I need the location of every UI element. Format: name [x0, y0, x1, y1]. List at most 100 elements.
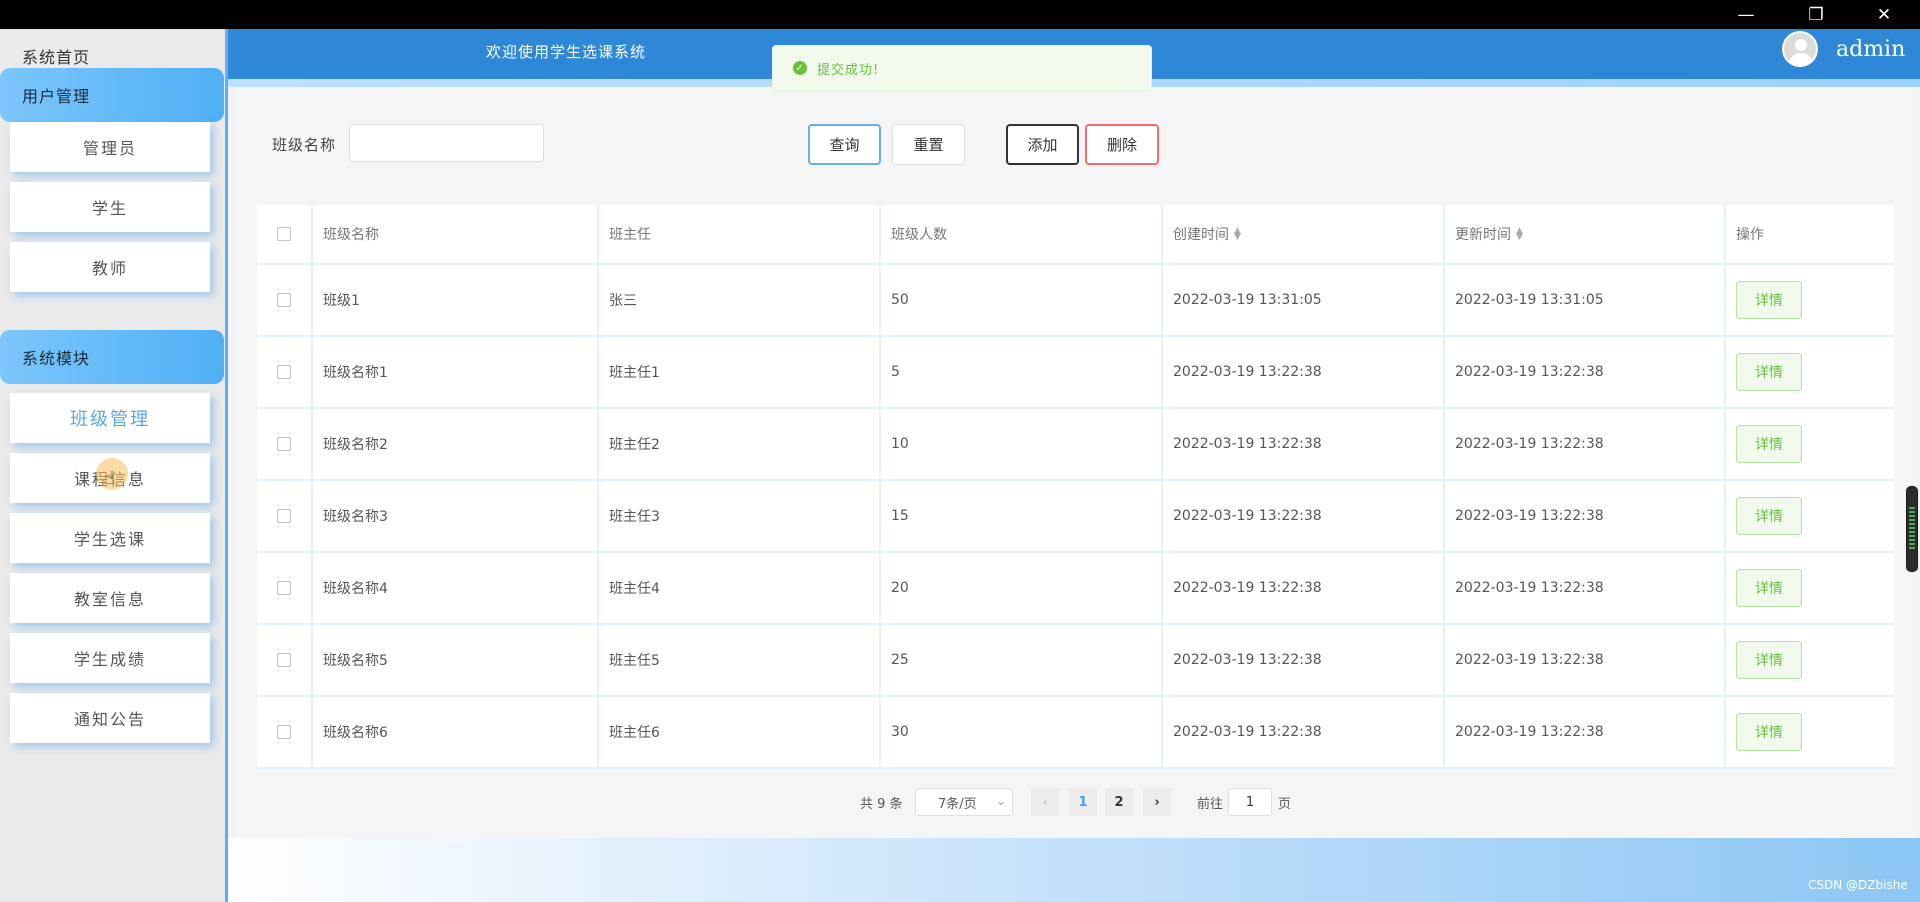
table-row: 班级名称1 班主任1 5 2022-03-19 13:22:38 2022-03-19 …	[257, 337, 1894, 409]
row-checkbox[interactable]	[277, 653, 291, 667]
cell-created: 2022-03-19 13:22:38	[1163, 553, 1445, 623]
cell-created: 2022-03-19 13:22:38	[1163, 697, 1445, 767]
cell-class-name: 班级名称3	[313, 481, 599, 551]
cell-class-name: 班级名称1	[313, 337, 599, 407]
sidebar-group-system-modules[interactable]: 系统模块	[0, 330, 224, 384]
sidebar-item-classroom-info[interactable]: 教室信息	[10, 573, 210, 623]
add-button[interactable]: 添加	[1006, 124, 1079, 165]
username-label[interactable]: admin	[1836, 37, 1905, 62]
cell-class-name: 班级名称5	[313, 625, 599, 695]
cell-count: 15	[881, 481, 1163, 551]
minimize-icon[interactable]: —	[1714, 0, 1778, 29]
goto-label: 前往	[1197, 797, 1224, 812]
cell-count: 5	[881, 337, 1163, 407]
cell-updated: 2022-03-19 13:22:38	[1445, 409, 1726, 479]
cell-created: 2022-03-19 13:31:05	[1163, 265, 1445, 335]
row-checkbox[interactable]	[277, 509, 291, 523]
query-button[interactable]: 查询	[808, 124, 881, 165]
detail-button[interactable]: 详情	[1736, 713, 1802, 751]
detail-button[interactable]: 详情	[1736, 353, 1802, 391]
row-checkbox[interactable]	[277, 365, 291, 379]
cell-teacher: 班主任6	[599, 697, 881, 767]
table-row: 班级名称2 班主任2 10 2022-03-19 13:22:38 2022-03-19…	[257, 409, 1894, 481]
sidebar-item-class-management[interactable]: 班级管理	[10, 393, 210, 443]
table-row: 班级名称6 班主任6 30 2022-03-19 13:22:38 2022-03-19…	[257, 697, 1894, 769]
sidebar-divider	[225, 29, 228, 902]
table-row: 班级名称3 班主任3 15 2022-03-19 13:22:38 2022-03-19…	[257, 481, 1894, 553]
cell-updated: 2022-03-19 13:22:38	[1445, 553, 1726, 623]
sidebar-item-grades[interactable]: 学生成绩	[10, 633, 210, 683]
column-header-updated[interactable]: 更新时间 ▲ ▼	[1445, 205, 1726, 263]
column-header-created[interactable]: 创建时间 ▲ ▼	[1163, 205, 1445, 263]
cell-teacher: 班主任3	[599, 481, 881, 551]
page-size-select[interactable]: 7条/页 ⌄	[915, 788, 1013, 816]
row-checkbox[interactable]	[277, 293, 291, 307]
table-row: 班级名称4 班主任4 20 2022-03-19 13:22:38 2022-03-19…	[257, 553, 1894, 625]
sidebar-item-teachers[interactable]: 教师	[10, 242, 210, 292]
hand-cursor-icon: ☝	[104, 468, 115, 489]
check-circle-icon: ✓	[793, 61, 807, 75]
cell-updated: 2022-03-19 13:22:38	[1445, 481, 1726, 551]
page-button-1[interactable]: 1	[1069, 788, 1097, 816]
column-header-updated-label: 更新时间	[1455, 227, 1511, 243]
window-title-bar	[0, 0, 1920, 29]
sidebar-home-link[interactable]: 系统首页	[22, 44, 90, 68]
sidebar-item-notices[interactable]: 通知公告	[10, 693, 210, 743]
cell-class-name: 班级1	[313, 265, 599, 335]
column-header-actions: 操作	[1736, 227, 1764, 243]
class-table: 班级名称 班主任 班级人数 创建时间 ▲ ▼ 更新时间 ▲ ▼ 操作 班级1 张三 50 20…	[257, 205, 1894, 769]
cell-created: 2022-03-19 13:22:38	[1163, 625, 1445, 695]
cell-class-name: 班级名称2	[313, 409, 599, 479]
cell-created: 2022-03-19 13:22:38	[1163, 481, 1445, 551]
sort-icon[interactable]: ▲ ▼	[1234, 227, 1241, 242]
success-toast: ✓ 提交成功!	[772, 45, 1152, 91]
sidebar-item-admin[interactable]: 管理员	[10, 122, 210, 172]
welcome-title: 欢迎使用学生选课系统	[486, 43, 647, 61]
page-button-2[interactable]: 2	[1105, 788, 1133, 816]
table-row: 班级1 张三 50 2022-03-19 13:31:05 2022-03-19 13:…	[257, 265, 1894, 337]
chevron-down-icon: ⌄	[995, 794, 1006, 808]
goto-suffix: 页	[1278, 797, 1292, 812]
column-header-teacher: 班主任	[599, 205, 881, 263]
scrollbar-thumb[interactable]	[1906, 486, 1918, 572]
row-checkbox[interactable]	[277, 581, 291, 595]
detail-button[interactable]: 详情	[1736, 497, 1802, 535]
sidebar-item-course-selection[interactable]: 学生选课	[10, 513, 210, 563]
sort-icon[interactable]: ▲ ▼	[1516, 227, 1523, 242]
select-all-checkbox[interactable]	[277, 227, 291, 241]
cell-count: 25	[881, 625, 1163, 695]
sidebar-group-user-management[interactable]: 用户管理	[0, 68, 224, 122]
row-checkbox[interactable]	[277, 725, 291, 739]
cell-created: 2022-03-19 13:22:38	[1163, 337, 1445, 407]
page-size-value: 7条/页	[938, 796, 977, 812]
reset-button[interactable]: 重置	[892, 124, 965, 165]
watermark: CSDN @DZbishe	[1808, 878, 1908, 892]
delete-button[interactable]: 删除	[1085, 124, 1159, 165]
cell-created: 2022-03-19 13:22:38	[1163, 409, 1445, 479]
cell-count: 20	[881, 553, 1163, 623]
cell-teacher: 班主任5	[599, 625, 881, 695]
detail-button[interactable]: 详情	[1736, 569, 1802, 607]
column-header-created-label: 创建时间	[1173, 227, 1229, 243]
goto-page-input[interactable]: 1	[1228, 788, 1272, 816]
detail-button[interactable]: 详情	[1736, 641, 1802, 679]
prev-page-button[interactable]: ‹	[1031, 788, 1059, 816]
avatar[interactable]	[1782, 31, 1818, 67]
column-header-count: 班级人数	[881, 205, 1163, 263]
cell-teacher: 班主任2	[599, 409, 881, 479]
close-icon[interactable]: ✕	[1852, 0, 1916, 29]
cell-count: 10	[881, 409, 1163, 479]
class-name-search-input[interactable]	[349, 124, 544, 162]
footer-gradient	[228, 838, 1920, 902]
maximize-icon[interactable]: ❐	[1784, 0, 1848, 29]
sidebar-item-students[interactable]: 学生	[10, 182, 210, 232]
cell-teacher: 班主任1	[599, 337, 881, 407]
detail-button[interactable]: 详情	[1736, 281, 1802, 319]
cell-updated: 2022-03-19 13:22:38	[1445, 697, 1726, 767]
next-page-button[interactable]: ›	[1143, 788, 1171, 816]
detail-button[interactable]: 详情	[1736, 425, 1802, 463]
toast-message: 提交成功!	[817, 62, 880, 78]
row-checkbox[interactable]	[277, 437, 291, 451]
table-row: 班级名称5 班主任5 25 2022-03-19 13:22:38 2022-03-19…	[257, 625, 1894, 697]
cell-updated: 2022-03-19 13:22:38	[1445, 625, 1726, 695]
